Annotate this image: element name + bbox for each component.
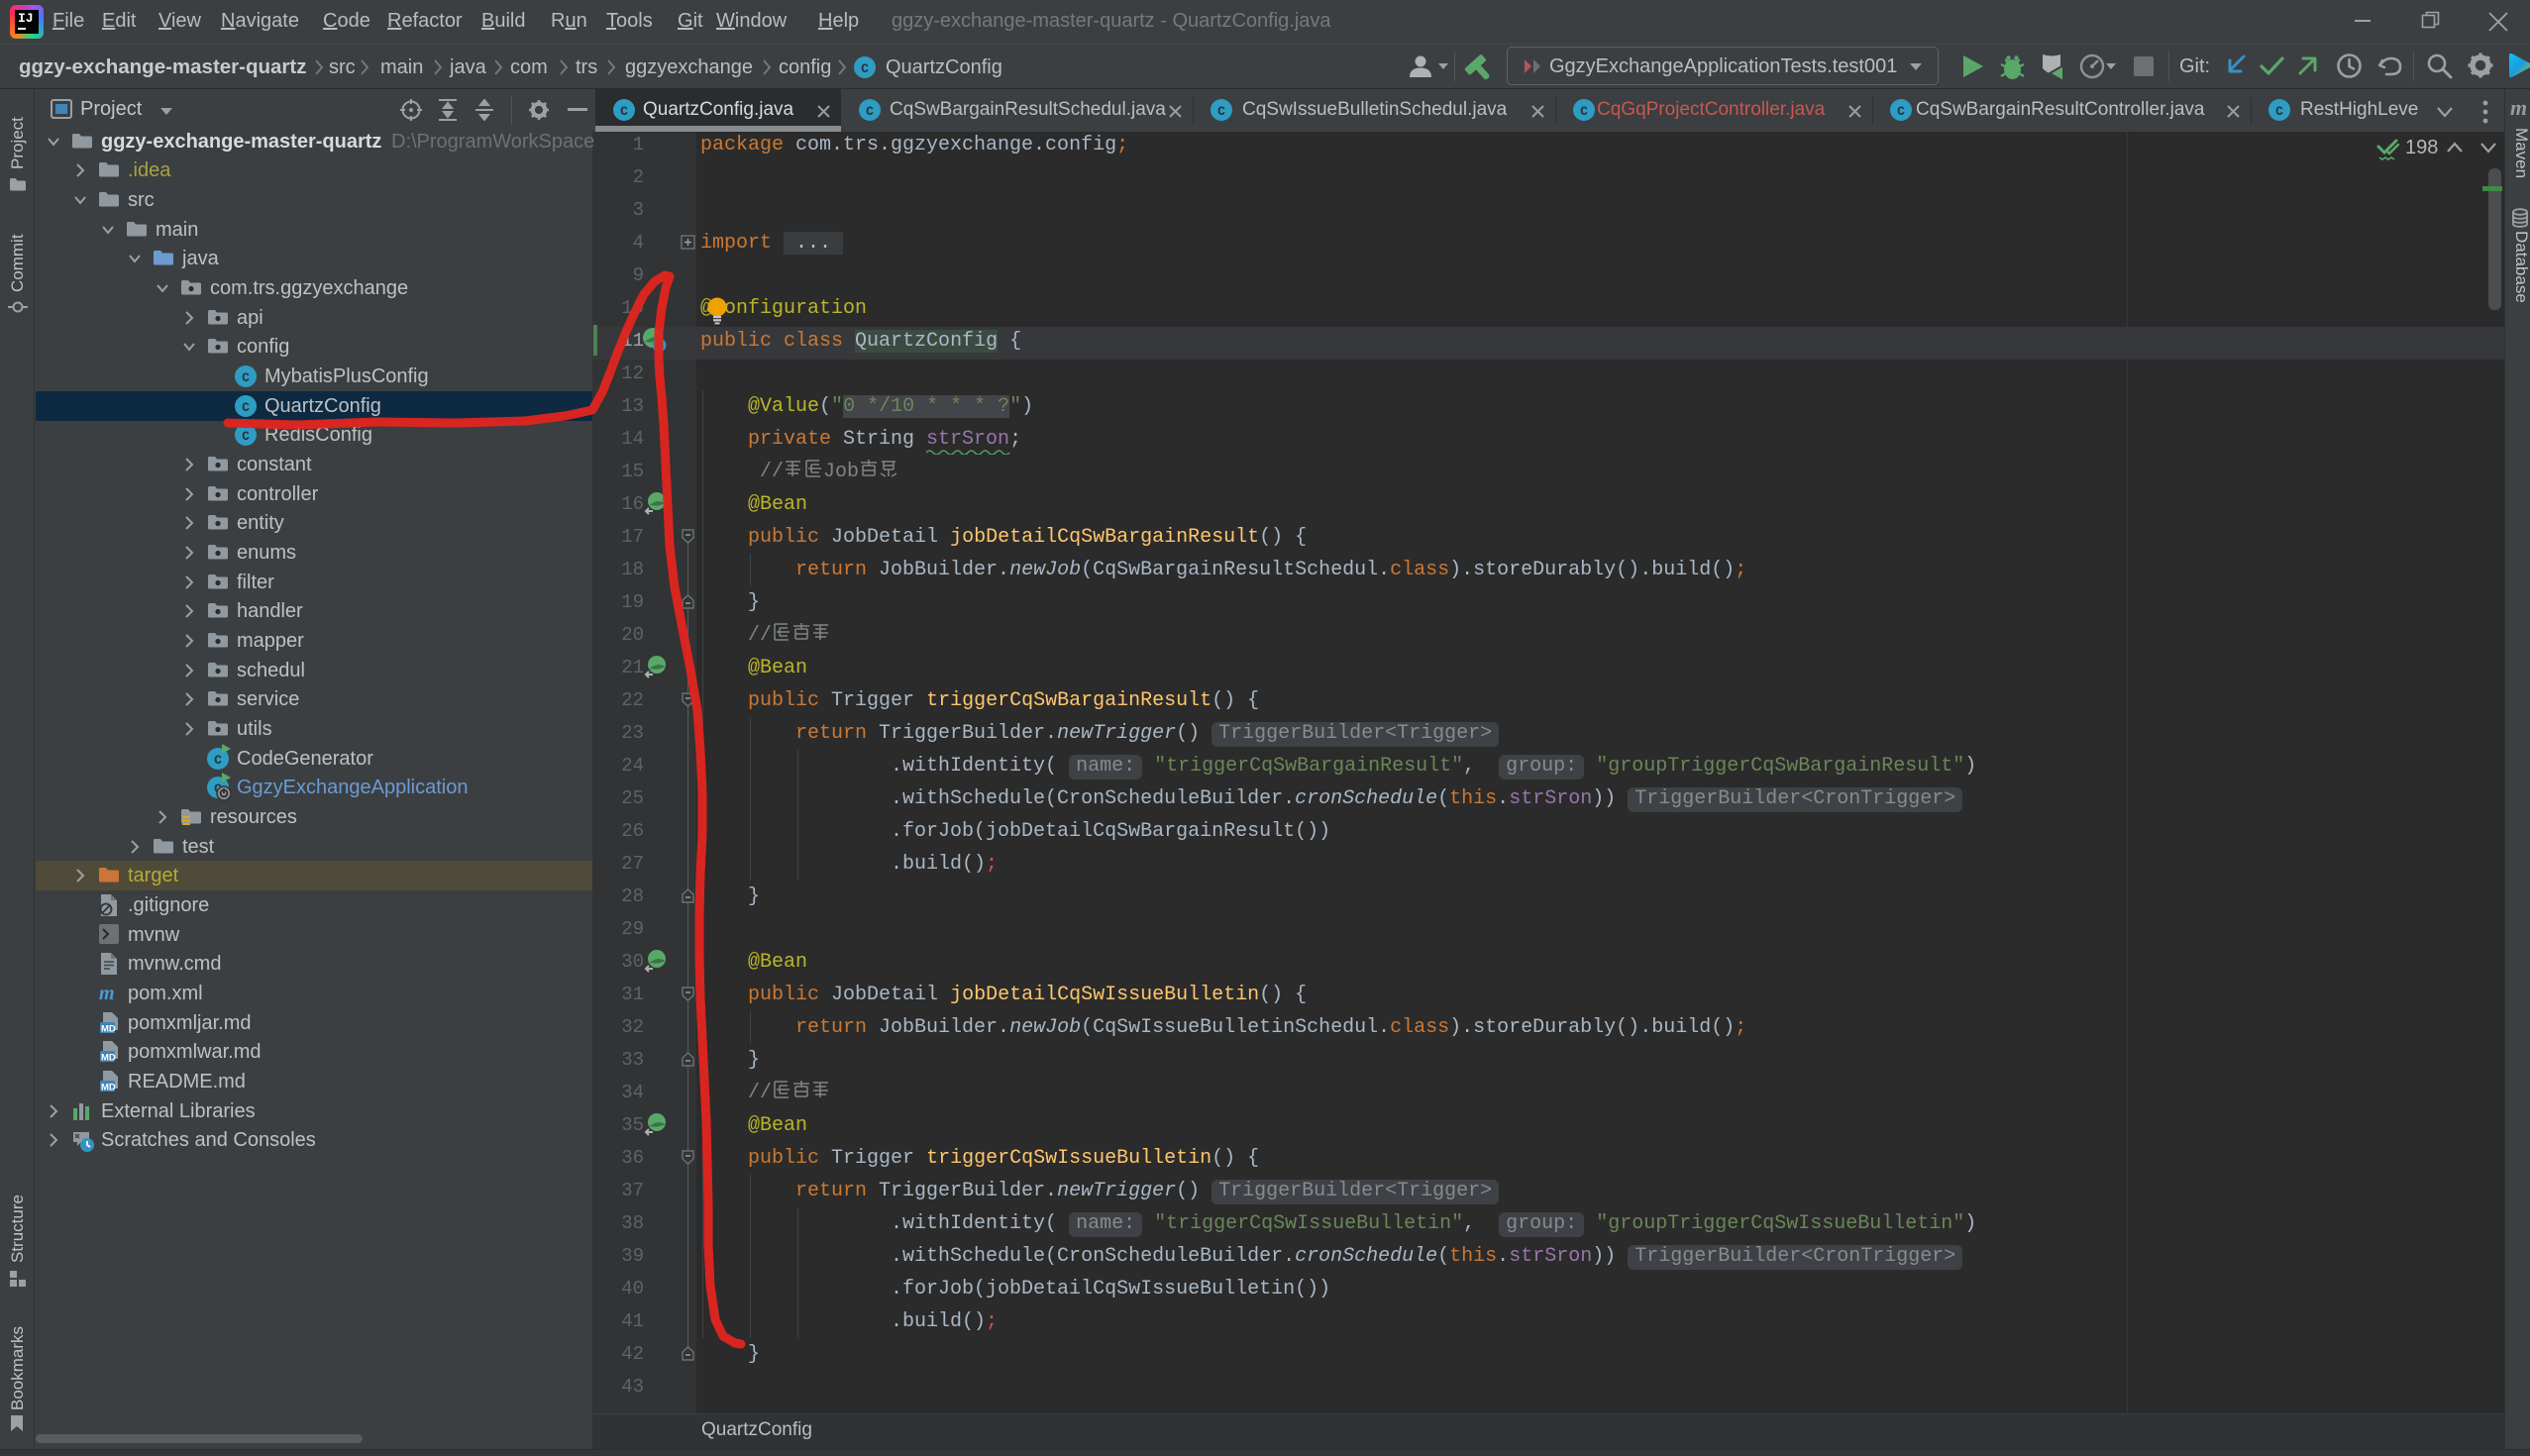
svg-text:MD: MD <box>101 1024 116 1035</box>
svg-text:C: C <box>242 370 250 385</box>
svg-text:C: C <box>2275 104 2283 119</box>
svg-text:C: C <box>214 753 222 768</box>
svg-text:C: C <box>1217 104 1225 119</box>
svg-text:C: C <box>242 400 250 415</box>
svg-text:C: C <box>866 104 874 119</box>
svg-text:C: C <box>861 61 869 76</box>
svg-text:C: C <box>242 429 250 444</box>
svg-text:C: C <box>1897 104 1905 119</box>
svg-text:C: C <box>1580 104 1588 119</box>
svg-text:MD: MD <box>101 1053 116 1064</box>
svg-text:C: C <box>620 104 628 119</box>
svg-text:c: c <box>656 342 662 354</box>
svg-text:m: m <box>99 983 115 1003</box>
svg-text:MD: MD <box>101 1083 116 1093</box>
